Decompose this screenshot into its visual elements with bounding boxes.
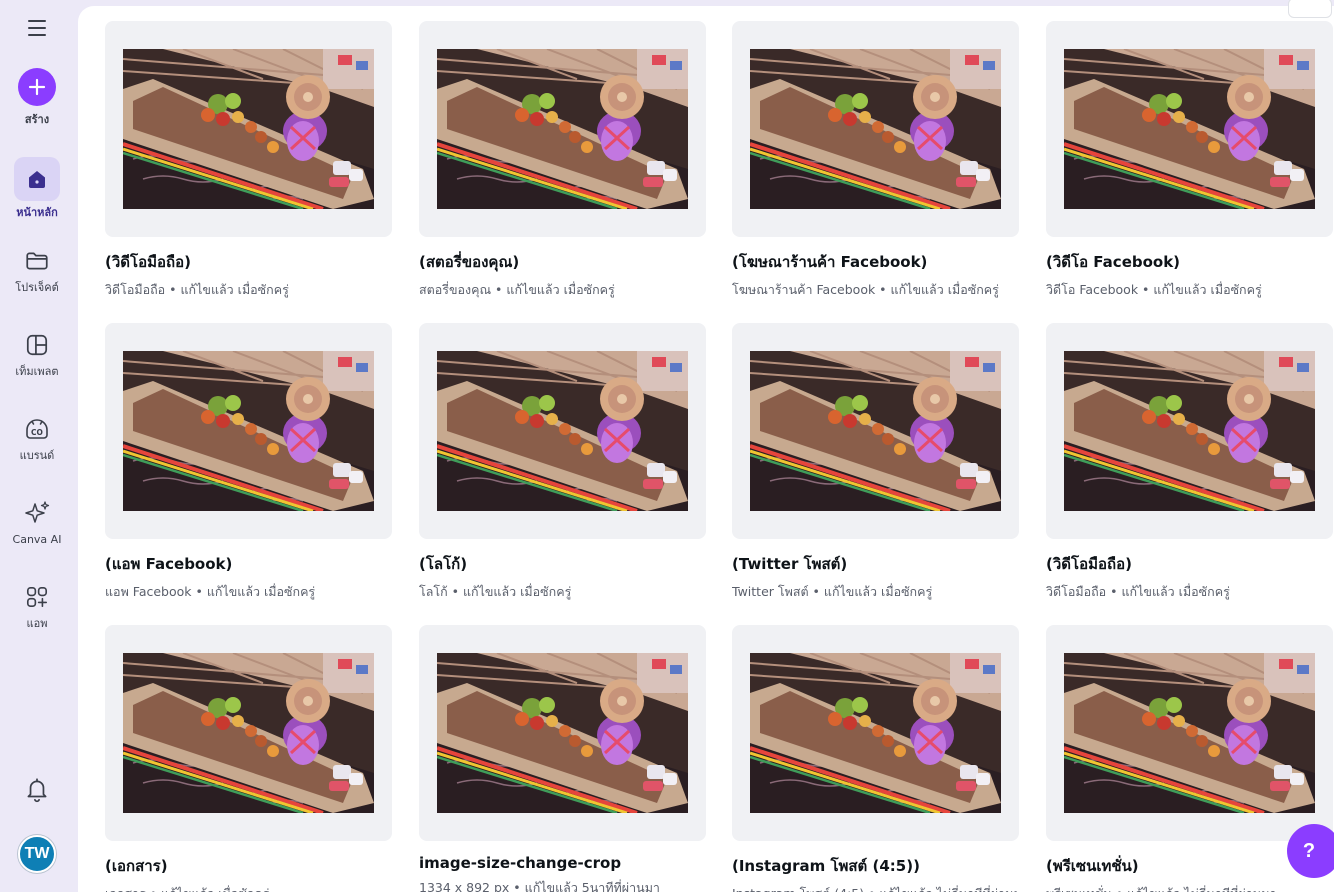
design-thumbnail[interactable]	[732, 323, 1019, 539]
design-title[interactable]: (สตอรี่ของคุณ)	[419, 250, 706, 274]
sidebar-item-label: โปรเจ็คต์	[15, 281, 59, 294]
view-toggle-button[interactable]	[1288, 0, 1332, 18]
template-icon	[26, 334, 48, 356]
home-icon	[29, 171, 45, 188]
menu-toggle-button[interactable]	[22, 14, 52, 42]
brand-icon: CO	[26, 419, 48, 439]
sidebar-item-apps[interactable]: แอพ	[0, 584, 74, 632]
design-card[interactable]: (วิดีโอมือถือ) วิดีโอมือถือ • แก้ไขแล้ว เ…	[1046, 323, 1333, 602]
sidebar-item-label: แอพ	[26, 617, 48, 630]
design-thumbnail-image	[123, 351, 374, 511]
design-thumbnail-image	[437, 49, 688, 209]
sparkle-icon	[25, 501, 50, 523]
design-card[interactable]: (Instagram โพสต์ (4:5)) Instagram โพสต์ (…	[732, 625, 1019, 892]
sidebar-item-label: หน้าหลัก	[16, 206, 58, 219]
sidebar-item-label: Canva AI	[12, 533, 62, 546]
design-thumbnail-image	[437, 653, 688, 813]
design-subtitle: วิดีโอมือถือ • แก้ไขแล้ว เมื่อซักครู่	[1046, 584, 1230, 599]
design-title[interactable]: (โลโก้)	[419, 552, 706, 576]
design-thumbnail-image	[750, 351, 1001, 511]
design-thumbnail[interactable]	[105, 625, 392, 841]
design-subtitle: โฆษณาร้านค้า Facebook • แก้ไขแล้ว เมื่อซ…	[732, 282, 999, 297]
sidebar-item-brand[interactable]: CO แบรนด์	[0, 416, 74, 464]
design-thumbnail[interactable]	[732, 625, 1019, 841]
design-thumbnail[interactable]	[1046, 21, 1333, 237]
apps-icon	[26, 586, 48, 608]
design-thumbnail-image	[1064, 653, 1315, 813]
design-thumbnail[interactable]	[419, 21, 706, 237]
design-card[interactable]: (โลโก้) โลโก้ • แก้ไขแล้ว เมื่อซักครู่	[419, 323, 706, 602]
design-thumbnail[interactable]	[419, 625, 706, 841]
help-button[interactable]: ?	[1287, 824, 1334, 878]
design-title[interactable]: (แอพ Facebook)	[105, 552, 392, 576]
design-thumbnail-image	[1064, 351, 1315, 511]
design-thumbnail[interactable]	[732, 21, 1019, 237]
design-card[interactable]: (วิดีโอมือถือ) วิดีโอมือถือ • แก้ไขแล้ว เ…	[105, 21, 392, 300]
design-thumbnail[interactable]	[1046, 323, 1333, 539]
design-thumbnail-image	[750, 653, 1001, 813]
create-button[interactable]: สร้าง	[0, 68, 74, 128]
design-thumbnail[interactable]	[105, 323, 392, 539]
bell-icon[interactable]	[24, 776, 50, 804]
design-title[interactable]: (วิดีโอ Facebook)	[1046, 250, 1333, 274]
design-subtitle: สตอรี่ของคุณ • แก้ไขแล้ว เมื่อซักครู่	[419, 282, 615, 297]
design-thumbnail-image	[1064, 49, 1315, 209]
design-subtitle: Twitter โพสต์ • แก้ไขแล้ว เมื่อซักครู่	[732, 584, 933, 599]
sidebar: สร้าง หน้าหลัก โปรเจ็คต์ เท็มเพลต CO แบร…	[0, 0, 74, 892]
design-title[interactable]: image-size-change-crop	[419, 854, 706, 872]
design-thumbnail[interactable]	[419, 323, 706, 539]
design-thumbnail-image	[123, 653, 374, 813]
sidebar-item-templates[interactable]: เท็มเพลต	[0, 332, 74, 380]
design-thumbnail-image	[123, 49, 374, 209]
main-content: (วิดีโอมือถือ) วิดีโอมือถือ • แก้ไขแล้ว เ…	[78, 0, 1334, 892]
design-title[interactable]: (เอกสาร)	[105, 854, 392, 878]
sidebar-item-home[interactable]: หน้าหลัก	[0, 157, 74, 221]
design-subtitle: เอกสาร • แก้ไขแล้ว เมื่อซักครู่	[105, 884, 392, 892]
svg-text:CO: CO	[31, 428, 43, 437]
design-thumbnail[interactable]	[1046, 625, 1333, 841]
plus-icon	[18, 68, 56, 106]
design-title[interactable]: (Twitter โพสต์)	[732, 552, 1019, 576]
avatar[interactable]: TW	[18, 835, 56, 873]
sidebar-item-label: เท็มเพลต	[15, 365, 59, 378]
hamburger-icon	[28, 20, 46, 22]
folder-icon	[26, 252, 48, 270]
design-subtitle: วิดีโอ Facebook • แก้ไขแล้ว เมื่อซักครู่	[1046, 282, 1262, 297]
design-subtitle: พรีเซนเทชั่น • แก้ไขแล้ว ไม่กี่นาทีที่ผ่…	[1046, 884, 1333, 892]
design-card[interactable]: image-size-change-crop 1334 x 892 px • แก…	[419, 625, 706, 892]
design-card[interactable]: (วิดีโอ Facebook) วิดีโอ Facebook • แก้ไข…	[1046, 21, 1333, 300]
design-title[interactable]: (วิดีโอมือถือ)	[1046, 552, 1333, 576]
design-title[interactable]: (โฆษณาร้านค้า Facebook)	[732, 250, 1019, 274]
design-subtitle: 1334 x 892 px • แก้ไขแล้ว 5นาทีที่ผ่านมา	[419, 880, 660, 892]
design-subtitle: แอพ Facebook • แก้ไขแล้ว เมื่อซักครู่	[105, 584, 316, 599]
sidebar-item-label: แบรนด์	[19, 449, 55, 462]
design-title[interactable]: (Instagram โพสต์ (4:5))	[732, 854, 1019, 878]
sidebar-item-projects[interactable]: โปรเจ็คต์	[0, 248, 74, 296]
design-subtitle: Instagram โพสต์ (4:5) • แก้ไขแล้ว ไม่กี่…	[732, 884, 1019, 892]
sidebar-item-canva-ai[interactable]: Canva AI	[0, 499, 74, 546]
create-label: สร้าง	[24, 113, 50, 126]
design-card[interactable]: (Twitter โพสต์) Twitter โพสต์ • แก้ไขแล้ว…	[732, 323, 1019, 602]
design-thumbnail[interactable]	[105, 21, 392, 237]
design-card[interactable]: (โฆษณาร้านค้า Facebook) โฆษณาร้านค้า Face…	[732, 21, 1019, 300]
design-subtitle: โลโก้ • แก้ไขแล้ว เมื่อซักครู่	[419, 584, 572, 599]
design-subtitle: วิดีโอมือถือ • แก้ไขแล้ว เมื่อซักครู่	[105, 282, 289, 297]
design-thumbnail-image	[750, 49, 1001, 209]
design-thumbnail-image	[437, 351, 688, 511]
design-card[interactable]: (แอพ Facebook) แอพ Facebook • แก้ไขแล้ว เ…	[105, 323, 392, 602]
design-title[interactable]: (วิดีโอมือถือ)	[105, 250, 392, 274]
design-card[interactable]: (สตอรี่ของคุณ) สตอรี่ของคุณ • แก้ไขแล้ว เ…	[419, 21, 706, 300]
design-card[interactable]: (เอกสาร) เอกสาร • แก้ไขแล้ว เมื่อซักครู่	[105, 625, 392, 892]
